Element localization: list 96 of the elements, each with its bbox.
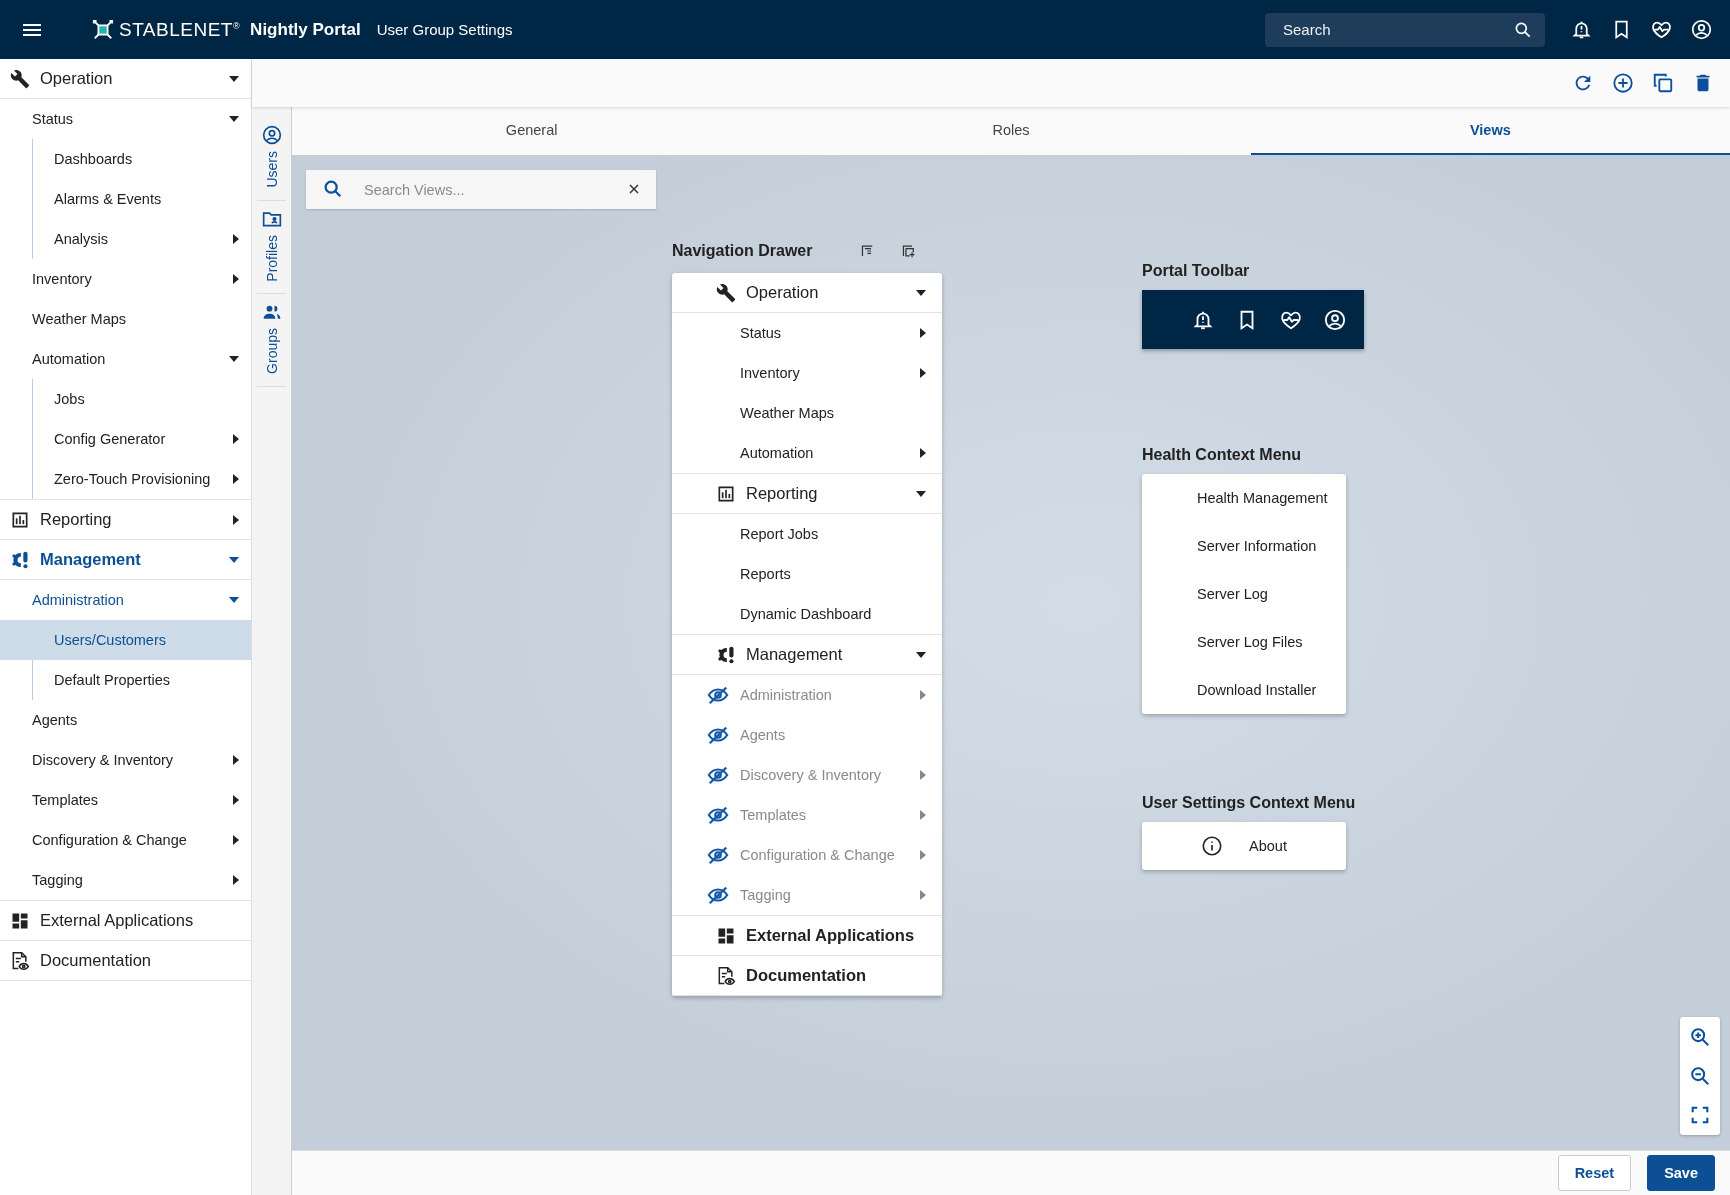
menu-item[interactable]: Server Information [1142,522,1346,570]
drawer-section[interactable]: Reporting [672,473,942,514]
info-icon [1201,835,1224,857]
sidebar-section[interactable]: External Applications [0,901,251,941]
sidebar-item[interactable]: Zero-Touch Provisioning [33,459,251,499]
account-circle-icon [261,125,282,145]
search-icon [322,178,344,200]
panel-title: User Settings Context Menu [1142,794,1356,812]
drawer-item[interactable]: Dynamic Dashboard [672,594,942,634]
caret-right-icon [920,890,926,900]
logo-icon [92,18,114,41]
sidebar-item[interactable]: Dashboards [33,139,251,179]
document-eye-icon [716,965,736,986]
tab[interactable]: General [292,107,772,155]
brand-name: STABLENET$^{®}$ [119,18,241,41]
drawer-item[interactable]: Discovery & Inventory [672,755,942,795]
tab[interactable]: Roles [771,107,1251,155]
sidebar-item[interactable]: Weather Maps [0,299,251,339]
drawer-item[interactable]: Automation [672,433,942,473]
sidebar-item[interactable]: Administration [0,580,251,620]
heart-pulse-icon[interactable] [1651,19,1672,40]
sidebar-item[interactable]: Automation [0,339,251,379]
gear-exclamation-icon [716,644,736,665]
drawer-item[interactable]: Administration [672,675,942,715]
sidebar-item[interactable]: Config Generator [33,419,251,459]
menu-item[interactable]: Download Installer [1142,666,1346,714]
drawer-item[interactable]: Reports [672,554,942,594]
menu-item-label: About [1249,838,1287,854]
document-eye-icon [10,950,30,971]
sidebar-item[interactable]: Discovery & Inventory [0,740,251,780]
drawer-item[interactable]: Report Jobs [672,514,942,554]
page-title: User Group Settings [376,21,513,38]
side-tab[interactable]: Groups [257,294,286,388]
sidebar-item[interactable]: Users/Customers [0,620,251,660]
sidebar-item[interactable]: Alarms & Events [33,179,251,219]
drawer-section[interactable]: Management [672,634,942,675]
sidebar-item[interactable]: Jobs [33,379,251,419]
sidebar-item[interactable]: Default Properties [33,660,251,700]
drawer-section[interactable]: Operation [672,273,942,313]
caret-right-icon [920,328,926,338]
drawer-item[interactable]: Inventory [672,353,942,393]
sidebar-item[interactable]: Tagging [0,860,251,900]
product-name: Nightly Portal [250,19,361,40]
caret-right-icon [920,850,926,860]
sidebar-item[interactable]: Configuration & Change [0,820,251,860]
menu-item[interactable]: Server Log Files [1142,618,1346,666]
menu-item[interactable]: Health Management [1142,474,1346,522]
panel-title: Health Context Menu [1142,446,1303,464]
drawer-item[interactable]: Status [672,313,942,353]
eye-off-icon[interactable] [706,804,730,826]
sidebar-section[interactable]: Operation [0,59,251,99]
drawer-item[interactable]: Tagging [672,875,942,915]
eye-off-icon[interactable] [706,684,730,706]
caret-right-icon [920,770,926,780]
eye-off-icon[interactable] [706,884,730,906]
eye-off-icon[interactable] [706,724,730,746]
zoom-out-icon[interactable] [1689,1065,1711,1087]
sidebar-item[interactable]: Status [0,99,251,139]
menu-item[interactable]: About [1142,822,1346,870]
drawer-section[interactable]: Documentation [672,955,942,996]
search-field[interactable]: Search Views... [306,170,656,209]
search-field[interactable]: Search [1265,12,1545,47]
drawer-section[interactable]: External Applications [672,915,942,956]
sidebar-item[interactable]: Analysis [33,219,251,259]
save-button[interactable]: Save [1647,1155,1715,1191]
bell-alert-icon[interactable] [1571,19,1592,40]
eye-off-icon[interactable] [706,844,730,866]
sidebar-item[interactable]: Templates [0,780,251,820]
drawer-item[interactable]: Weather Maps [672,393,942,433]
account-circle-icon[interactable] [1324,308,1346,331]
zoom-in-icon[interactable] [1689,1025,1711,1048]
panel-title: Portal Toolbar [1142,262,1251,280]
sidebar-section[interactable]: Management [0,540,251,580]
sidebar-section[interactable]: Reporting [0,500,251,540]
drawer-item[interactable]: Agents [672,715,942,755]
caret-right-icon [920,810,926,820]
side-tab[interactable]: Users [257,117,286,201]
drawer-item[interactable]: Templates [672,795,942,835]
menu-item[interactable]: Server Log [1142,570,1346,618]
reset-button[interactable]: Reset [1557,1155,1632,1191]
wrench-icon [10,68,30,89]
gear-exclamation-icon [10,549,30,570]
sidebar-section[interactable]: Documentation [0,941,251,981]
side-tab[interactable]: Profiles [257,200,286,295]
panel-title: Navigation Drawer [672,242,813,260]
sidebar-item[interactable]: Agents [0,700,251,740]
caret-right-icon [920,448,926,458]
copy-icon[interactable] [1652,72,1674,94]
eye-off-icon[interactable] [706,764,730,786]
sidebar-item[interactable]: Inventory [0,259,251,299]
account-circle-icon[interactable] [1691,19,1712,40]
caret-right-icon [920,690,926,700]
drawer-item[interactable]: Configuration & Change [672,835,942,875]
add-circle-icon[interactable] [1612,72,1634,94]
wrench-icon [716,282,736,303]
caret-right-icon [920,368,926,378]
